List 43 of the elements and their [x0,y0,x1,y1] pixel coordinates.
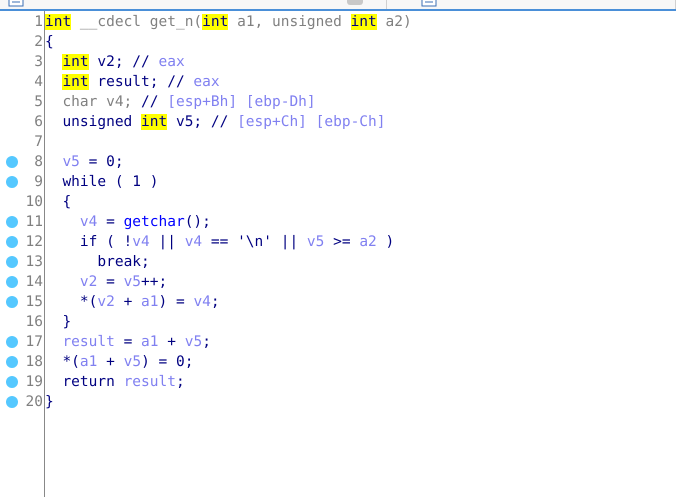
code-line: int __cdecl get_n(int a1, unsigned int a2) [45,14,412,30]
line-number: 3 [34,54,43,70]
line-number: 11 [26,214,43,230]
code-line: char v4; // [esp+Bh] [ebp-Dh] [62,94,316,110]
code-line: *(v2 + a1) = v4; [80,294,220,310]
line-number: 4 [34,74,43,90]
line-number: 18 [26,354,43,370]
tab[interactable] [0,0,387,9]
code-line: result = a1 + v5; [62,334,211,350]
line-number: 6 [34,114,43,130]
line-number: 14 [26,274,43,290]
code-line: { [45,34,54,50]
code-line: while ( 1 ) [62,174,158,190]
line-number: 12 [26,234,43,250]
code-line: int v2; // eax [62,54,185,70]
code-line: } [62,314,72,330]
code-line: return result; [62,374,185,390]
line-number: 17 [26,334,43,350]
window-icon [8,0,24,8]
line-number: 16 [26,314,43,330]
line-number: 15 [26,294,43,310]
line-number: 9 [34,174,43,190]
line-number: 19 [26,374,43,390]
code-line: int result; // eax [62,74,220,90]
line-number: 1 [34,14,43,30]
line-number: 20 [26,394,43,410]
line-number: 8 [34,154,43,170]
code-line: v4 = getchar(); [80,214,211,230]
code-line: if ( !v4 || v4 == '\n' || v5 >= a2 ) [80,234,394,250]
code-line: } [45,394,54,410]
code-line: break; [97,254,150,270]
line-number: 10 [26,194,43,210]
line-number: 5 [34,94,43,110]
tab[interactable] [387,0,676,9]
code-line: { [62,194,72,210]
line-number: 7 [34,134,43,150]
code-line: v5 = 0; [62,154,124,170]
code-line: v2 = v5++; [80,274,168,290]
window-icon [421,0,437,8]
code-line: unsigned int v5; // [esp+Ch] [ebp-Ch] [62,114,386,130]
line-number: 13 [26,254,43,270]
line-number: 2 [34,34,43,50]
code-line: *(a1 + v5) = 0; [62,354,194,370]
